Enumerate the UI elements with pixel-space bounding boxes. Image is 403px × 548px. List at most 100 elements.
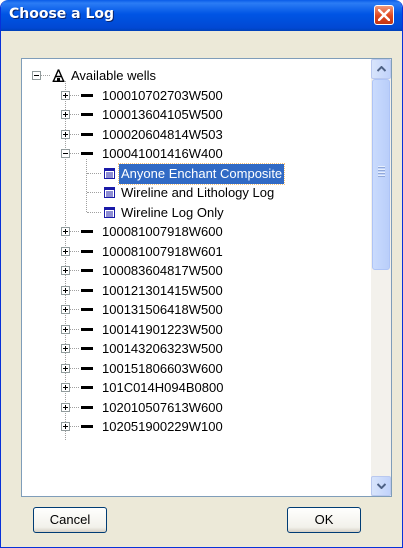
grip-line <box>378 169 385 171</box>
well-label: 100143206323W500 <box>102 341 223 356</box>
log-label: Wireline and Lithology Log <box>121 185 275 200</box>
well-label: 100151806603W600 <box>102 360 223 376</box>
expand-toggle-icon[interactable] <box>61 129 70 139</box>
tree-connector-line <box>70 348 79 349</box>
expand-toggle-icon[interactable] <box>61 422 70 431</box>
tree-connector-line <box>70 367 79 369</box>
tree-connector-line <box>70 250 79 252</box>
tree-connector-line <box>41 75 50 76</box>
well-label: 102051900229W100 <box>102 419 223 434</box>
tree-connector-line <box>70 387 79 388</box>
well-item[interactable]: 100010702703W500 <box>22 86 371 106</box>
well-label: 100010702703W500 <box>102 87 223 103</box>
log-label: Anyone Enchant Composite <box>117 162 286 185</box>
expand-toggle-icon[interactable] <box>61 110 70 119</box>
close-button[interactable] <box>374 5 394 25</box>
well-label: 100081007918W600 <box>102 224 223 239</box>
tree-connector-line <box>70 270 79 271</box>
well-item[interactable]: 101C014H094B0800 <box>22 378 371 398</box>
well-label: 100081007918W601 <box>102 243 223 259</box>
scroll-up-button[interactable] <box>371 59 391 79</box>
title-bar[interactable]: Choose a Log <box>1 0 402 31</box>
well-item[interactable]: 100151806603W600 <box>22 359 371 379</box>
tree-connector-line <box>70 406 79 408</box>
tree-connector-line <box>87 172 101 174</box>
log-item[interactable]: Wireline and Lithology Log <box>22 183 371 203</box>
well-label: 100083604817W500 <box>102 263 223 278</box>
expand-toggle-icon[interactable] <box>61 227 70 236</box>
expand-toggle-icon[interactable] <box>61 246 70 256</box>
ok-button[interactable]: OK <box>287 507 361 533</box>
well-item[interactable]: 100013604105W500 <box>22 105 371 125</box>
well-item[interactable]: 100083604817W500 <box>22 261 371 281</box>
well-dash-icon <box>81 327 93 331</box>
well-label: 100020604814W503 <box>102 126 223 142</box>
well-item[interactable]: 102010507613W600 <box>22 398 371 418</box>
log-item[interactable]: Wireline Log Only <box>22 203 371 223</box>
wells-tree-view[interactable]: Available wells 100010702703W500 100013604… <box>21 58 392 497</box>
well-label: 100141901223W500 <box>102 321 223 337</box>
log-label: Wireline Log Only <box>121 204 224 220</box>
collapse-toggle-icon[interactable] <box>32 71 41 80</box>
well-rig-icon <box>52 69 65 82</box>
expand-toggle-icon[interactable] <box>61 266 70 275</box>
tree-connector-line <box>70 94 79 96</box>
grip-line <box>378 172 385 174</box>
well-dash-icon <box>81 425 93 428</box>
log-document-icon <box>104 206 115 218</box>
expand-toggle-icon[interactable] <box>61 324 70 334</box>
log-document-icon <box>104 187 115 198</box>
scroll-down-button[interactable] <box>371 476 391 496</box>
expand-toggle-icon[interactable] <box>61 363 70 373</box>
scroll-thumb[interactable] <box>372 79 390 270</box>
expand-toggle-icon[interactable] <box>61 383 70 392</box>
expand-toggle-icon[interactable] <box>61 402 70 412</box>
well-label: 102010507613W600 <box>102 399 223 415</box>
well-item[interactable]: 100121301415W500 <box>22 281 371 301</box>
well-dash-icon <box>81 132 93 136</box>
tree-root-label: Available wells <box>71 68 157 83</box>
window-title: Choose a Log <box>9 6 115 22</box>
tree-connector-line <box>70 114 79 115</box>
well-dash-icon <box>81 288 93 292</box>
expand-toggle-icon[interactable] <box>61 90 70 100</box>
expand-toggle-icon[interactable] <box>61 285 70 295</box>
well-label: 100013604105W500 <box>102 107 223 122</box>
log-document-icon <box>104 167 115 179</box>
well-dash-icon <box>81 308 93 311</box>
well-item[interactable]: 100081007918W601 <box>22 242 371 262</box>
well-dash-icon <box>81 113 93 116</box>
expand-toggle-icon[interactable] <box>61 305 70 314</box>
well-item[interactable]: 100141901223W500 <box>22 320 371 340</box>
well-item[interactable]: 100041001416W400 <box>22 144 371 164</box>
well-item[interactable]: 102051900229W100 <box>22 417 371 437</box>
well-dash-icon <box>81 230 93 233</box>
well-item[interactable]: 100020604814W503 <box>22 125 371 145</box>
log-item[interactable]: Anyone Enchant Composite <box>22 162 371 185</box>
grip-line <box>378 166 385 168</box>
expand-toggle-icon[interactable] <box>61 344 70 353</box>
well-dash-icon <box>81 366 93 370</box>
close-icon <box>378 9 390 21</box>
well-label: 100041001416W400 <box>102 146 223 161</box>
well-dash-icon <box>81 93 93 97</box>
well-dash-icon <box>81 405 93 409</box>
vertical-scrollbar[interactable] <box>371 59 391 496</box>
tree-connector-line <box>70 231 79 232</box>
well-label: 100121301415W500 <box>102 282 223 298</box>
chevron-up-icon <box>377 66 386 72</box>
tree-connector-line <box>70 309 79 310</box>
tree-connector-line <box>87 211 101 213</box>
well-item[interactable]: 100081007918W600 <box>22 222 371 242</box>
tree-connector-line <box>70 153 79 154</box>
choose-log-dialog: Choose a Log Available wells 100010702703… <box>0 0 403 548</box>
chevron-down-icon <box>377 483 386 489</box>
tree-connector-line <box>70 289 79 291</box>
well-item[interactable]: 100131506418W500 <box>22 300 371 320</box>
well-item[interactable]: 100143206323W500 <box>22 339 371 359</box>
well-dash-icon <box>81 249 93 253</box>
well-dash-icon <box>81 347 93 350</box>
collapse-toggle-icon[interactable] <box>61 149 70 158</box>
tree-root-item[interactable]: Available wells <box>22 66 371 86</box>
cancel-button[interactable]: Cancel <box>33 507 107 533</box>
